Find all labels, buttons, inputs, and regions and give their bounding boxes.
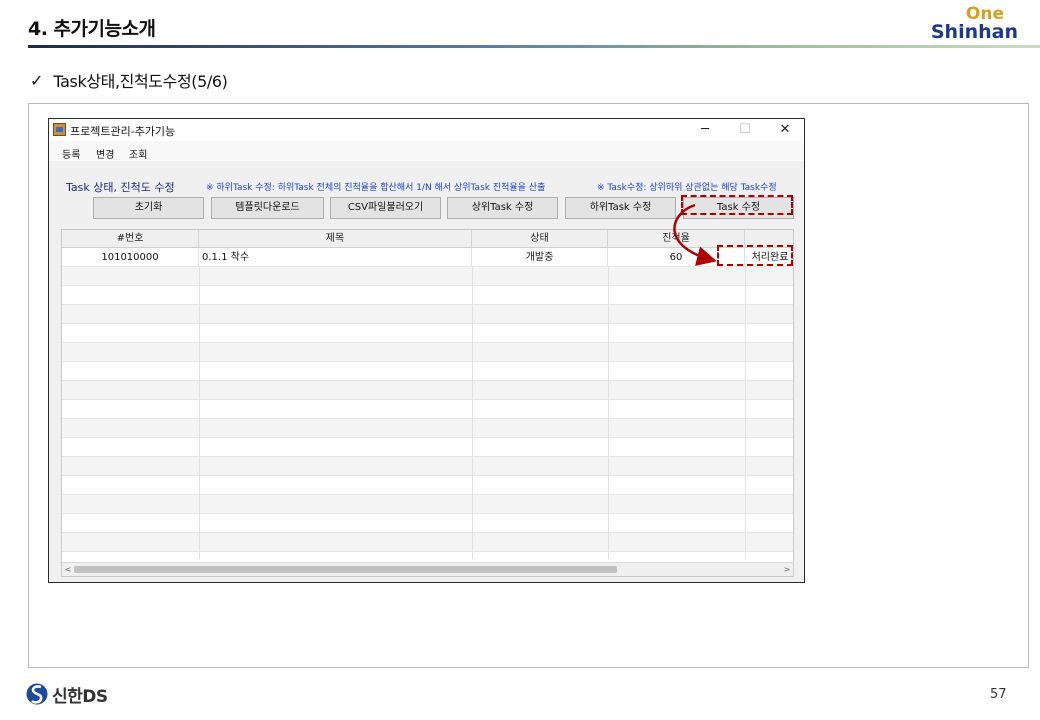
page-number: 57	[990, 687, 1007, 702]
one-shinhan-logo: One Shinhan	[931, 6, 1018, 42]
status-cell-highlight	[717, 245, 793, 266]
window-titlebar[interactable]: 프로젝트관리-추가기능 ─ ☐ ✕	[49, 119, 804, 141]
csv-load-button[interactable]: CSV파일불러오기	[330, 197, 441, 219]
empty-row	[62, 381, 793, 400]
app-icon	[53, 123, 66, 136]
column-divider	[472, 267, 473, 559]
task-edit-highlight	[681, 195, 793, 215]
footer-brand-text: 신한DS	[52, 686, 108, 707]
empty-row	[62, 362, 793, 381]
cell-status[interactable]: 개발중	[472, 248, 608, 267]
task-note: ※ Task수정: 상위하위 상관없는 해당 Task수정	[597, 183, 777, 193]
scroll-right-icon[interactable]: >	[781, 563, 793, 576]
menu-register[interactable]: 등록	[62, 146, 80, 161]
checkmark-icon: ✓	[30, 70, 44, 90]
column-header-status[interactable]: 상태	[472, 230, 608, 248]
section-title: Task 상태, 진척도 수정	[66, 181, 175, 194]
empty-row	[62, 457, 793, 476]
empty-row	[62, 324, 793, 343]
maximize-button[interactable]: ☐	[725, 119, 765, 141]
slide-subtitle: ✓ Task상태,진척도수정(5/6)	[30, 68, 228, 92]
column-divider	[745, 267, 746, 559]
column-header-title[interactable]: 제목	[199, 230, 472, 248]
empty-row	[62, 438, 793, 457]
menu-view[interactable]: 조회	[129, 146, 147, 161]
reset-button[interactable]: 초기화	[93, 197, 204, 219]
logo-shinhan-text: Shinhan	[930, 21, 1018, 43]
shinhan-symbol-icon	[26, 683, 48, 705]
empty-row	[62, 400, 793, 419]
horizontal-scrollbar[interactable]: < >	[62, 562, 793, 576]
empty-row	[62, 495, 793, 514]
grid-rows: 101010000 0.1.1 착수 개발중 60 처리완료	[62, 248, 793, 560]
grid-header: #번호 제목 상태 진척율	[62, 230, 793, 248]
parent-task-edit-button[interactable]: 상위Task 수정	[447, 197, 558, 219]
column-header-number[interactable]: #번호	[62, 230, 199, 248]
table-row[interactable]: 101010000 0.1.1 착수 개발중 60 처리완료	[62, 248, 793, 267]
empty-row	[62, 305, 793, 324]
app-window: 프로젝트관리-추가기능 ─ ☐ ✕ 등록 변경 조회 Task 상태, 진척도 …	[48, 118, 805, 583]
cell-title[interactable]: 0.1.1 착수	[199, 248, 472, 267]
column-divider	[199, 267, 200, 559]
empty-row	[62, 267, 793, 286]
close-button[interactable]: ✕	[765, 119, 804, 141]
empty-row	[62, 286, 793, 305]
window-title: 프로젝트관리-추가기능	[70, 125, 176, 138]
subtask-note: ※ 하위Task 수정: 하위Task 전체의 진척율을 합산해서 1/N 해서…	[206, 183, 546, 193]
scrollbar-thumb[interactable]	[74, 566, 617, 573]
menu-change[interactable]: 변경	[96, 146, 114, 161]
template-download-button[interactable]: 템플릿다운로드	[211, 197, 324, 219]
column-divider	[608, 267, 609, 559]
slide-title: 4. 추가기능소개	[28, 18, 156, 40]
empty-row	[62, 419, 793, 438]
header-divider	[28, 45, 1040, 48]
menu-bar: 등록 변경 조회	[49, 141, 804, 161]
empty-row	[62, 533, 793, 552]
task-grid: #번호 제목 상태 진척율 101010000 0.1.1 착수 개발중 60 …	[61, 229, 794, 577]
empty-row	[62, 476, 793, 495]
cell-number[interactable]: 101010000	[62, 248, 199, 267]
empty-row	[62, 514, 793, 533]
scroll-left-icon[interactable]: <	[62, 563, 74, 576]
footer-logo: 신한DS	[26, 681, 108, 707]
empty-row	[62, 343, 793, 362]
minimize-button[interactable]: ─	[685, 119, 725, 141]
subtask-edit-button[interactable]: 하위Task 수정	[565, 197, 676, 219]
subtitle-text: Task상태,진척도수정(5/6)	[53, 72, 228, 91]
